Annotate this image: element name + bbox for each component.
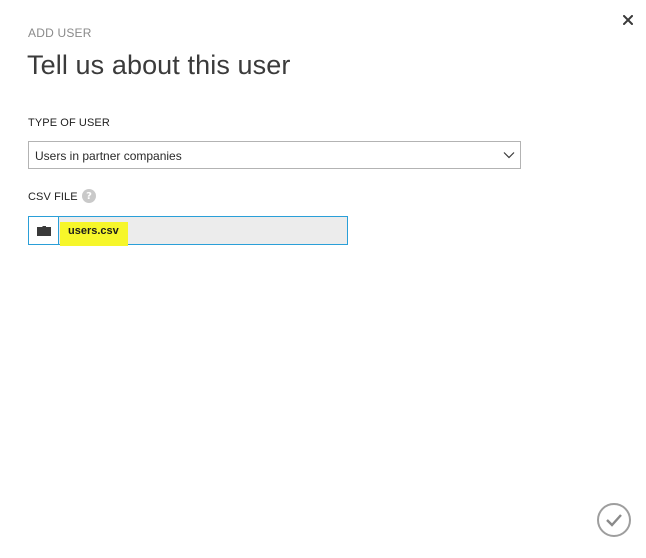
help-icon[interactable]: ? [82, 189, 96, 203]
csv-file-picker: users.csv [28, 216, 348, 245]
type-of-user-select[interactable]: Users in partner companies [28, 141, 521, 169]
add-user-dialog: ADD USER Tell us about this user TYPE OF… [0, 0, 646, 558]
checkmark-icon [606, 514, 622, 527]
confirm-button[interactable] [597, 503, 631, 537]
dialog-eyebrow: ADD USER [28, 26, 92, 40]
close-icon [623, 15, 633, 25]
folder-icon [36, 225, 51, 236]
page-title: Tell us about this user [27, 50, 291, 80]
csv-file-label: CSV FILE [28, 191, 78, 203]
type-of-user-value: Users in partner companies [35, 149, 182, 163]
chevron-down-icon [503, 152, 515, 159]
browse-button[interactable] [29, 217, 59, 244]
type-of-user-label: TYPE OF USER [28, 117, 110, 129]
close-button[interactable] [616, 8, 640, 32]
selected-file-name: users.csv [61, 223, 127, 245]
